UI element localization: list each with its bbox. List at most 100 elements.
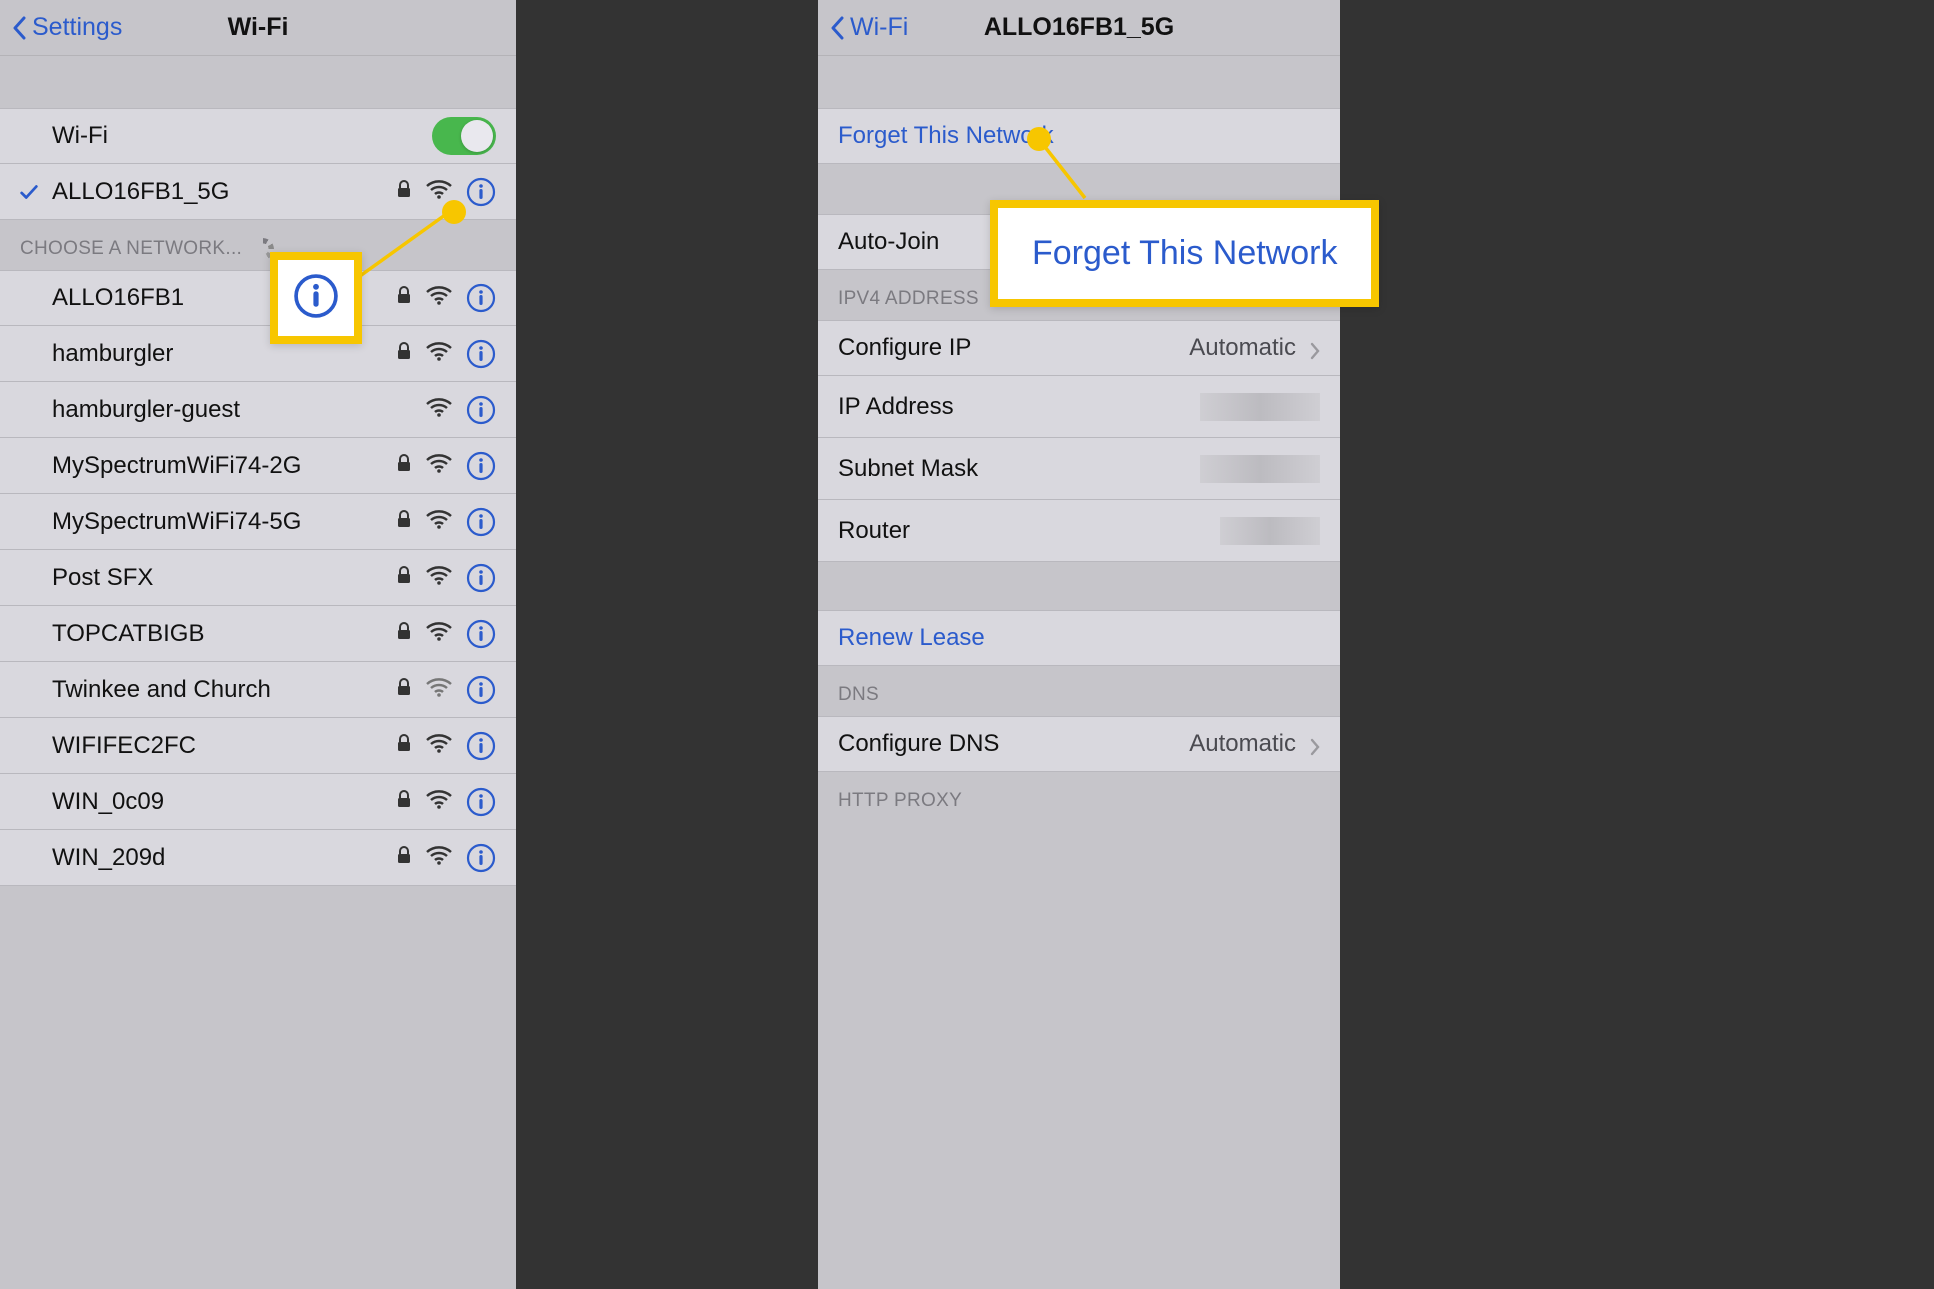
back-button[interactable]: Wi-Fi	[830, 13, 908, 42]
switch-thumb	[461, 120, 493, 152]
lock-icon	[396, 564, 412, 592]
network-row[interactable]: TOPCATBIGB	[0, 606, 516, 662]
subnet-row: Subnet Mask	[818, 438, 1340, 500]
lock-icon	[396, 284, 412, 312]
network-ssid: hamburgler-guest	[52, 396, 240, 424]
info-button[interactable]	[466, 787, 496, 817]
chevron-right-icon	[1310, 735, 1320, 753]
wifi-icon	[426, 564, 452, 592]
network-ssid: Twinkee and Church	[52, 676, 271, 704]
network-ssid: MySpectrumWiFi74-2G	[52, 452, 301, 480]
info-button[interactable]	[466, 731, 496, 761]
network-ssid: ALLO16FB1	[52, 284, 184, 312]
back-label: Settings	[32, 13, 122, 42]
nav-bar: Wi-Fi ALLO16FB1_5G	[818, 0, 1340, 56]
info-button[interactable]	[466, 619, 496, 649]
info-button[interactable]	[466, 395, 496, 425]
info-button[interactable]	[466, 563, 496, 593]
network-row[interactable]: hamburgler	[0, 326, 516, 382]
info-button[interactable]	[466, 451, 496, 481]
network-ssid: WIFIFEC2FC	[52, 732, 196, 760]
lock-icon	[396, 508, 412, 536]
wifi-toggle-row[interactable]: Wi-Fi	[0, 108, 516, 164]
network-ssid: MySpectrumWiFi74-5G	[52, 508, 301, 536]
info-button[interactable]	[466, 177, 496, 207]
nav-title: Wi-Fi	[228, 13, 289, 42]
network-row[interactable]: ALLO16FB1	[0, 270, 516, 326]
nav-title: ALLO16FB1_5G	[984, 13, 1174, 42]
wifi-icon	[426, 732, 452, 760]
auto-join-label: Auto-Join	[838, 228, 939, 256]
network-row[interactable]: WIN_209d	[0, 830, 516, 886]
info-button[interactable]	[466, 339, 496, 369]
network-row[interactable]: MySpectrumWiFi74-5G	[0, 494, 516, 550]
router-label: Router	[838, 517, 910, 545]
callout-forget-network: Forget This Network	[990, 200, 1379, 307]
network-row[interactable]: hamburgler-guest	[0, 382, 516, 438]
callout-info-icon	[270, 252, 362, 344]
network-row[interactable]: WIFIFEC2FC	[0, 718, 516, 774]
http-proxy-header: HTTP PROXY	[818, 772, 1340, 822]
connected-network-row[interactable]: ALLO16FB1_5G	[0, 164, 516, 220]
dns-header: DNS	[818, 666, 1340, 716]
configure-ip-value: Automatic	[1189, 334, 1296, 362]
callout-forget-label: Forget This Network	[1032, 234, 1337, 273]
info-button[interactable]	[466, 507, 496, 537]
chevron-left-icon	[830, 16, 844, 40]
wifi-icon	[426, 676, 452, 704]
network-list: ALLO16FB1 hamburgler hamburgler-guest MySpe…	[0, 270, 516, 886]
wifi-icon	[426, 844, 452, 872]
nav-bar: Settings Wi-Fi	[0, 0, 516, 56]
network-ssid: WIN_209d	[52, 844, 165, 872]
network-ssid: hamburgler	[52, 340, 173, 368]
network-ssid: WIN_0c09	[52, 788, 164, 816]
callout-dot	[442, 200, 466, 224]
panel-gap	[516, 0, 818, 1289]
back-label: Wi-Fi	[850, 13, 908, 42]
lock-icon	[396, 788, 412, 816]
lock-icon	[396, 178, 412, 206]
dark-fill	[1340, 0, 1934, 1289]
info-button[interactable]	[466, 843, 496, 873]
forget-network-row[interactable]: Forget This Network	[818, 108, 1340, 164]
back-button[interactable]: Settings	[12, 13, 122, 42]
renew-lease-row[interactable]: Renew Lease	[818, 610, 1340, 666]
network-row[interactable]: MySpectrumWiFi74-2G	[0, 438, 516, 494]
network-detail-screen: Wi-Fi ALLO16FB1_5G Forget This Network A…	[818, 0, 1340, 1289]
network-row[interactable]: WIN_0c09	[0, 774, 516, 830]
configure-dns-row[interactable]: Configure DNS Automatic	[818, 716, 1340, 772]
wifi-icon	[426, 340, 452, 368]
choose-network-header: CHOOSE A NETWORK...	[0, 220, 516, 270]
configure-ip-row[interactable]: Configure IP Automatic	[818, 320, 1340, 376]
lock-icon	[396, 732, 412, 760]
wifi-switch[interactable]	[432, 117, 496, 155]
chevron-right-icon	[1310, 339, 1320, 357]
router-row: Router	[818, 500, 1340, 562]
lock-icon	[396, 340, 412, 368]
chevron-left-icon	[12, 16, 26, 40]
check-icon	[18, 181, 40, 203]
renew-lease-label: Renew Lease	[838, 624, 985, 652]
network-row[interactable]: Post SFX	[0, 550, 516, 606]
network-row[interactable]: Twinkee and Church	[0, 662, 516, 718]
configure-ip-label: Configure IP	[838, 334, 971, 362]
wifi-icon	[426, 452, 452, 480]
info-icon	[293, 273, 339, 324]
lock-icon	[396, 676, 412, 704]
network-ssid: Post SFX	[52, 564, 153, 592]
info-button[interactable]	[466, 675, 496, 705]
lock-icon	[396, 844, 412, 872]
subnet-label: Subnet Mask	[838, 455, 978, 483]
redacted-value	[1220, 517, 1320, 545]
info-button[interactable]	[466, 283, 496, 313]
ip-address-label: IP Address	[838, 393, 954, 421]
wifi-icon	[426, 788, 452, 816]
ip-address-row: IP Address	[818, 376, 1340, 438]
forget-network-label: Forget This Network	[838, 122, 1054, 150]
network-ssid: TOPCATBIGB	[52, 620, 204, 648]
lock-icon	[396, 620, 412, 648]
lock-icon	[396, 452, 412, 480]
wifi-icon	[426, 284, 452, 312]
redacted-value	[1200, 455, 1320, 483]
configure-dns-value: Automatic	[1189, 730, 1296, 758]
